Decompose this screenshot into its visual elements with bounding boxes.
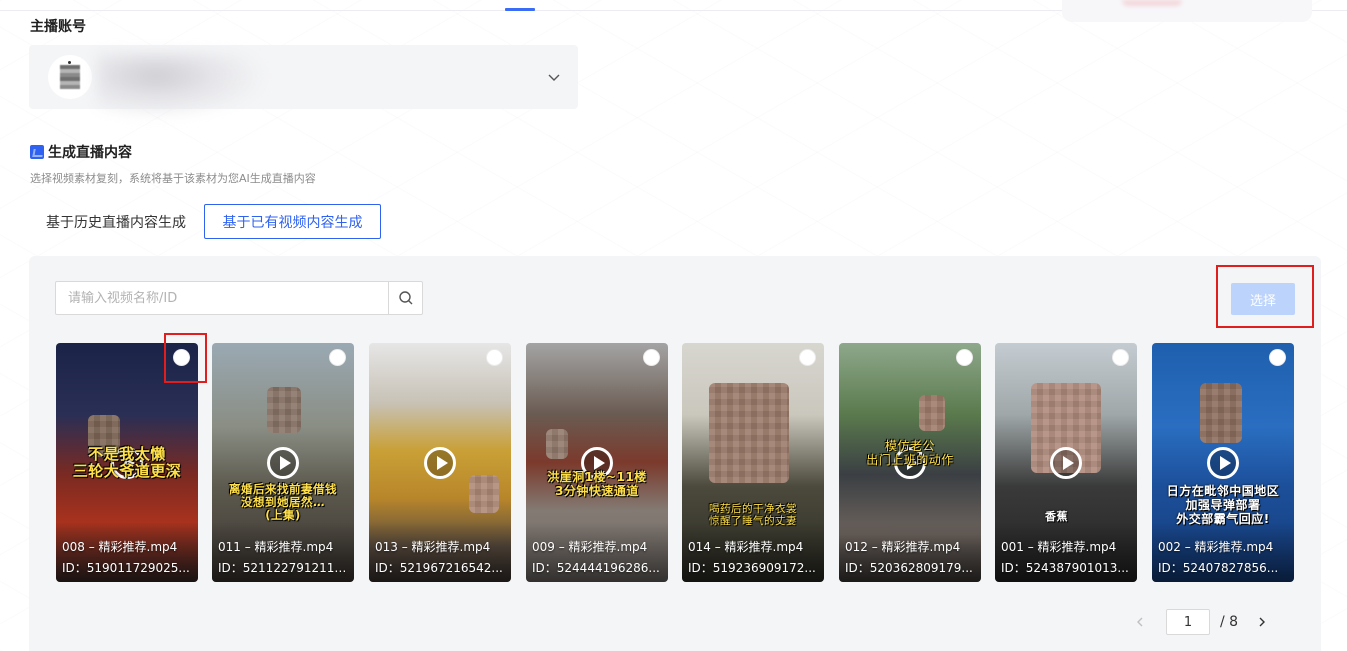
video-id: ID：5211227912110... (218, 561, 350, 575)
video-caption: 模仿老公 出门上班的动作 (866, 439, 954, 467)
video-id: ID：52407827856... (1158, 561, 1279, 575)
video-name: 009 – 精彩推荐.mp4 (532, 540, 648, 554)
video-caption: 喝药后的干净衣裳 惊醒了睡气的丈妻 (709, 503, 797, 528)
video-id: ID：519011729025... (62, 561, 190, 575)
generate-title: 生成直播内容 (48, 145, 132, 161)
video-card[interactable]: 013 – 精彩推荐.mp4 ID：521967216542... (369, 343, 511, 582)
account-name-blurred (97, 53, 267, 119)
play-icon[interactable] (1207, 447, 1239, 479)
prev-page-button[interactable] (1130, 612, 1150, 632)
video-id: ID：520362809179... (845, 561, 973, 575)
video-caption: 洪崖洞1楼~11楼 3分钟快速通道 (547, 470, 647, 498)
page-total: / 8 (1220, 614, 1239, 630)
search-button[interactable] (388, 282, 422, 314)
video-name: 012 – 精彩推荐.mp4 (845, 540, 961, 554)
play-icon[interactable] (1050, 447, 1082, 479)
video-card[interactable]: 离婚后来找前妻借钱 没想到她居然… (上集) 011 – 精彩推荐.mp4 ID：5… (212, 343, 354, 582)
video-name: 011 – 精彩推荐.mp4 (218, 540, 334, 554)
search-input[interactable] (56, 282, 388, 314)
section-marker-icon (30, 145, 44, 159)
video-select-radio[interactable] (329, 349, 346, 366)
tab-history-live[interactable]: 基于历史直播内容生成 (31, 204, 201, 239)
video-card[interactable]: 日方在毗邻中国地区 加强导弹部署 外交部霸气回应! 002 – 精彩推荐.mp4 I… (1152, 343, 1294, 582)
generate-heading: 生成直播内容 (30, 142, 132, 162)
search-box (55, 281, 423, 315)
video-select-radio[interactable] (1112, 349, 1129, 366)
video-id: ID：524444196286... (532, 561, 660, 575)
video-caption: 香蕉 (1045, 510, 1068, 523)
video-name: 014 – 精彩推荐.mp4 (688, 540, 804, 554)
video-name: 013 – 精彩推荐.mp4 (375, 540, 491, 554)
video-name: 001 – 精彩推荐.mp4 (1001, 540, 1117, 554)
video-name: 002 – 精彩推荐.mp4 (1158, 540, 1274, 554)
chevron-down-icon (548, 74, 560, 81)
anchor-account-select[interactable] (29, 45, 578, 119)
chevron-left-icon (1137, 617, 1143, 627)
video-card[interactable]: 模仿老公 出门上班的动作 012 – 精彩推荐.mp4 ID：5203628091… (839, 343, 981, 582)
video-select-radio[interactable] (799, 349, 816, 366)
tab-existing-video[interactable]: 基于已有视频内容生成 (204, 204, 381, 239)
video-name: 008 – 精彩推荐.mp4 (62, 540, 178, 554)
video-select-radio[interactable] (956, 349, 973, 366)
video-id: ID：521967216542... (375, 561, 503, 575)
chevron-right-icon (1259, 617, 1266, 627)
select-button-highlight (1216, 265, 1314, 328)
radio-highlight (164, 333, 207, 383)
video-select-radio[interactable] (486, 349, 503, 366)
video-card[interactable]: 喝药后的干净衣裳 惊醒了睡气的丈妻 014 – 精彩推荐.mp4 ID：51923… (682, 343, 824, 582)
play-icon[interactable] (424, 447, 456, 479)
video-select-radio[interactable] (1269, 349, 1286, 366)
video-id: ID：519236909172... (688, 561, 816, 575)
video-id: ID：524387901013... (1001, 561, 1129, 575)
active-tab-indicator (505, 8, 535, 11)
video-select-radio[interactable] (643, 349, 660, 366)
search-icon (398, 291, 412, 305)
pagination: / 8 (1130, 609, 1272, 635)
avatar (48, 55, 92, 99)
next-page-button[interactable] (1252, 612, 1272, 632)
anchor-account-label: 主播账号 (30, 19, 86, 35)
video-caption: 日方在毗邻中国地区 加强导弹部署 外交部霸气回应! (1166, 484, 1280, 526)
blurred-header-area (1062, 0, 1312, 22)
play-icon[interactable] (267, 447, 299, 479)
page-number-input[interactable] (1166, 609, 1210, 635)
generate-description: 选择视频素材复刻，系统将基于该素材为您AI生成直播内容 (30, 172, 316, 185)
video-caption: 离婚后来找前妻借钱 没想到她居然… (上集) (229, 482, 337, 523)
video-card[interactable]: 香蕉 001 – 精彩推荐.mp4 ID：524387901013... (995, 343, 1137, 582)
video-caption: 不是我太懒 三轮大爷道更深 (72, 445, 182, 481)
video-card[interactable]: 洪崖洞1楼~11楼 3分钟快速通道 009 – 精彩推荐.mp4 ID：52444… (526, 343, 668, 582)
